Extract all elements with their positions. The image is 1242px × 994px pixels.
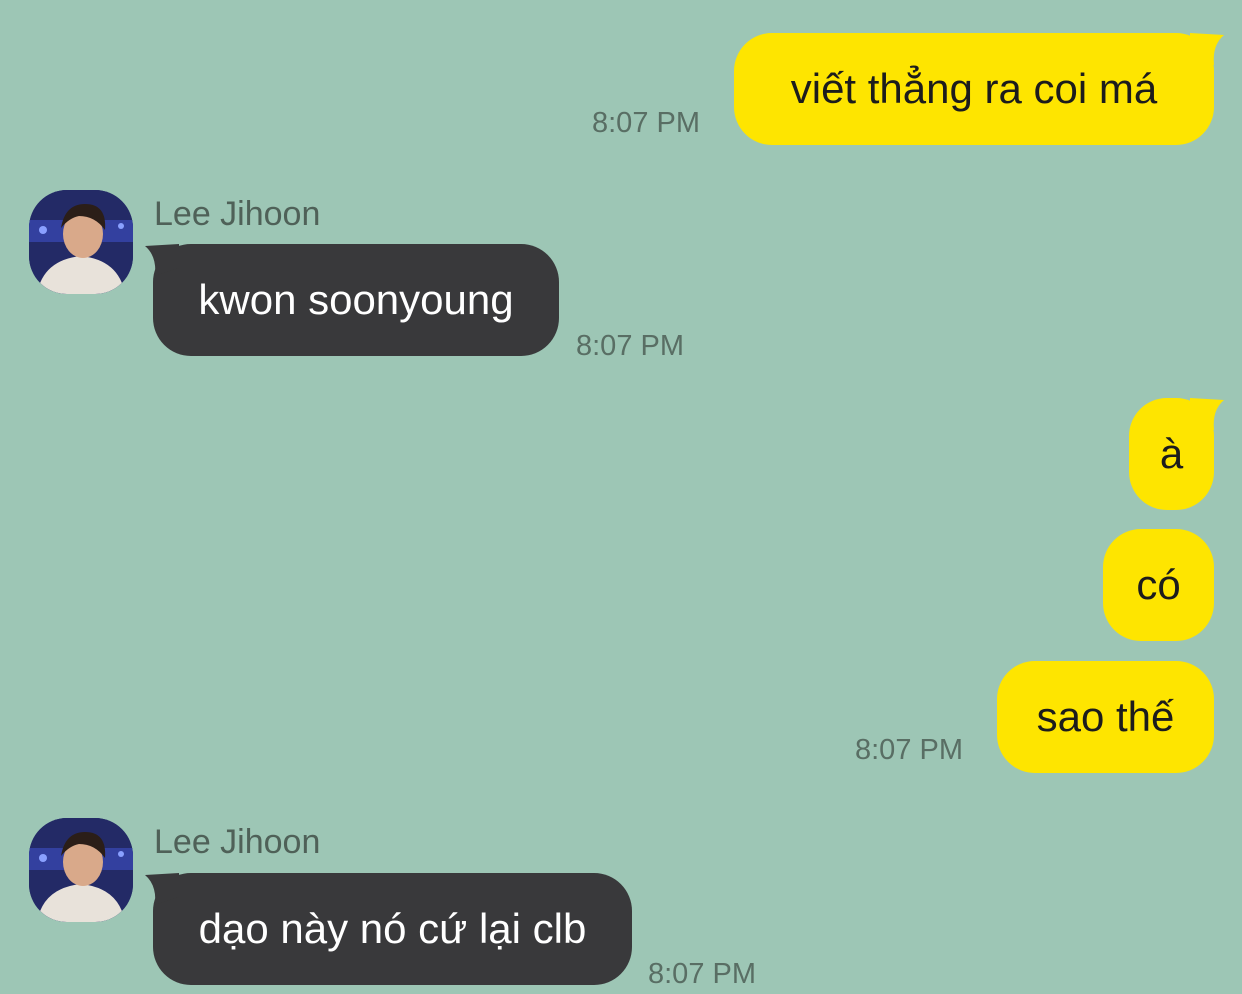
message-timestamp: 8:07 PM [592,107,700,139]
message-text: có [1136,561,1181,608]
message-bubble[interactable]: sao thế [997,661,1214,773]
message-bubble[interactable]: viết thẳng ra coi má [734,33,1214,145]
sender-name: Lee Jihoon [154,195,321,233]
message-text: sao thế [1036,693,1175,740]
profile-photo-icon [29,818,133,922]
message-timestamp: 8:07 PM [648,958,756,990]
bubble-tail [1190,33,1224,65]
profile-photo-icon [29,190,133,294]
sender-name: Lee Jihoon [154,823,321,861]
message-text: à [1159,430,1184,477]
message-text: viết thẳng ra coi má [790,65,1158,112]
contact-avatar[interactable] [29,818,133,922]
message-timestamp: 8:07 PM [576,330,684,362]
bubble-tail [145,873,179,905]
message-timestamp: 8:07 PM [855,734,963,766]
bubble-tail [145,244,179,276]
message-bubble[interactable]: dạo này nó cứ lại clb [153,873,632,985]
contact-avatar[interactable] [29,190,133,294]
message-text: kwon soonyoung [198,276,514,323]
message-bubble[interactable]: có [1103,529,1214,641]
message-text: dạo này nó cứ lại clb [198,905,587,952]
message-bubble[interactable]: kwon soonyoung [153,244,559,356]
bubble-tail [1190,398,1224,430]
